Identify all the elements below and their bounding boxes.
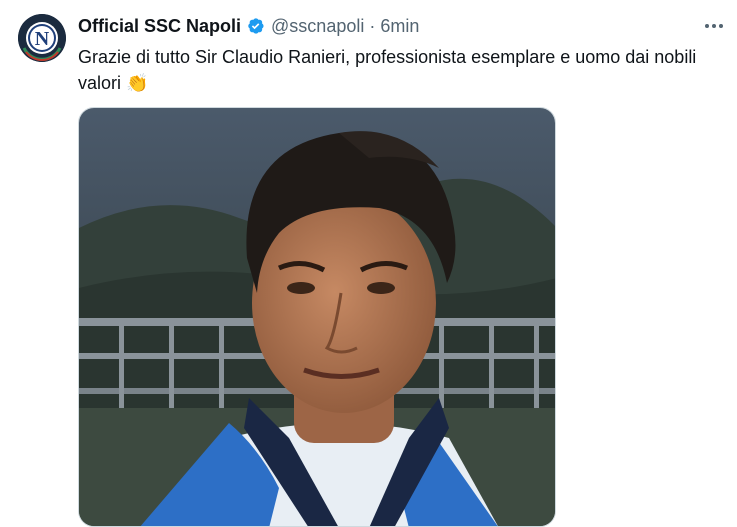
dot-icon [712,24,716,28]
clapping-hands-emoji: 👏 [126,73,149,93]
timestamp[interactable]: 6min [380,16,419,37]
svg-text:N: N [35,28,50,50]
separator-dot: · [369,15,376,36]
napoli-logo: N [18,14,66,62]
tweet-body: Grazie di tutto Sir Claudio Ranieri, pro… [78,47,697,93]
dot-icon [705,24,709,28]
photo-image [79,108,555,526]
verified-badge-icon [245,16,265,36]
more-options-icon[interactable] [700,15,728,37]
tweet-photo[interactable] [78,107,556,527]
avatar[interactable]: N [18,14,66,62]
tweet-text: Grazie di tutto Sir Claudio Ranieri, pro… [78,44,718,96]
tweet-header: Official SSC Napoli @sscnapoli · 6min [78,15,419,37]
author-handle[interactable]: @sscnapoli [271,16,364,37]
dot-icon [719,24,723,28]
author-name[interactable]: Official SSC Napoli [78,16,241,37]
